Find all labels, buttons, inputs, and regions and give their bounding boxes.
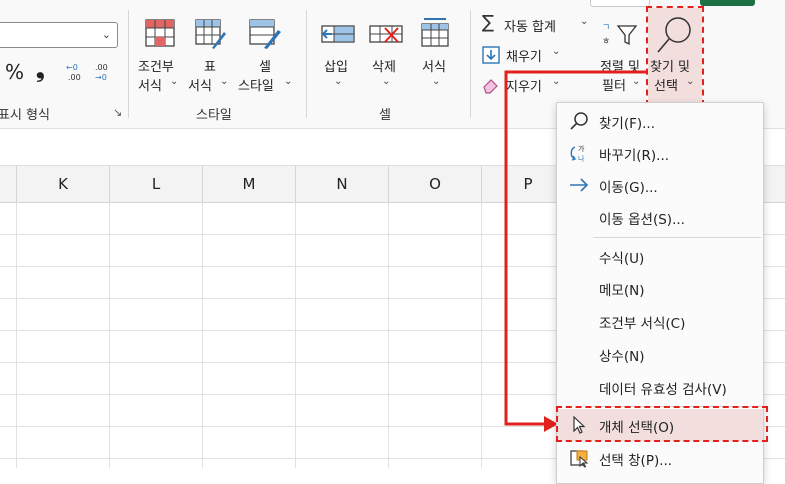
menu-item-label: 수식(U) <box>599 251 645 267</box>
menu-item-notes[interactable]: 메모(N) <box>557 272 763 304</box>
select-objects-highlight <box>556 406 768 442</box>
selection-pane-icon <box>570 450 589 468</box>
menu-item-find[interactable]: 찾기(F)... <box>557 105 763 137</box>
menu-item-selection-pane[interactable]: 선택 창(P)... <box>557 442 763 474</box>
menu-item-label: 선택 창(P)... <box>599 453 673 469</box>
menu-item-data-validation[interactable]: 데이터 유효성 검사(V) <box>557 371 763 403</box>
search-icon <box>570 112 588 130</box>
menu-item-label: 메모(N) <box>599 283 645 299</box>
arrow-right-icon <box>570 178 589 192</box>
menu-item-replace[interactable]: 가 나 바꾸기(R)... <box>557 137 763 169</box>
menu-item-conditional-formatting[interactable]: 조건부 서식(C) <box>557 305 763 337</box>
replace-icon: 가 나 <box>570 144 585 163</box>
menu-item-goto[interactable]: 이동(G)... <box>557 169 763 201</box>
menu-item-goto-special[interactable]: 이동 옵션(S)... <box>557 201 763 233</box>
menu-item-constants[interactable]: 상수(N) <box>557 338 763 370</box>
menu-item-formulas[interactable]: 수식(U) <box>557 240 763 272</box>
menu-item-label: 이동(G)... <box>599 180 658 196</box>
svg-text:나: 나 <box>578 154 585 163</box>
menu-item-label: 이동 옵션(S)... <box>599 212 685 228</box>
svg-text:가: 가 <box>578 144 585 153</box>
menu-item-label: 조건부 서식(C) <box>599 316 686 332</box>
menu-separator <box>593 237 761 238</box>
menu-item-label: 바꾸기(R)... <box>599 148 670 164</box>
menu-item-label: 데이터 유효성 검사(V) <box>599 382 727 398</box>
menu-item-label: 상수(N) <box>599 349 645 365</box>
menu-item-label: 찾기(F)... <box>599 116 656 132</box>
